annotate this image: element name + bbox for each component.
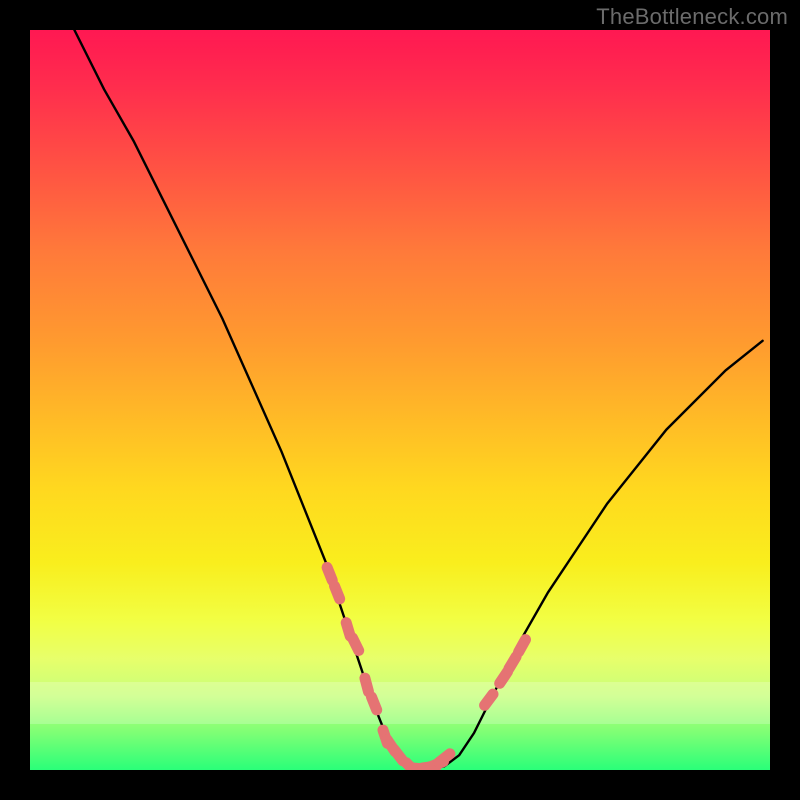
bottleneck-curve <box>74 30 762 769</box>
marker-dot <box>365 678 369 692</box>
marker-dot <box>439 754 450 763</box>
watermark-text: TheBottleneck.com <box>596 4 788 30</box>
marker-dot <box>485 694 493 705</box>
marker-dot <box>353 638 359 651</box>
marker-dot <box>372 697 377 710</box>
marker-dots <box>327 567 525 770</box>
plot-area <box>30 30 770 770</box>
marker-dot <box>394 750 403 761</box>
chart-frame: TheBottleneck.com <box>0 0 800 800</box>
marker-dot <box>509 657 516 669</box>
marker-dot <box>519 640 526 652</box>
plot-svg <box>30 30 770 770</box>
marker-dot <box>327 567 332 580</box>
marker-dot <box>335 586 340 599</box>
